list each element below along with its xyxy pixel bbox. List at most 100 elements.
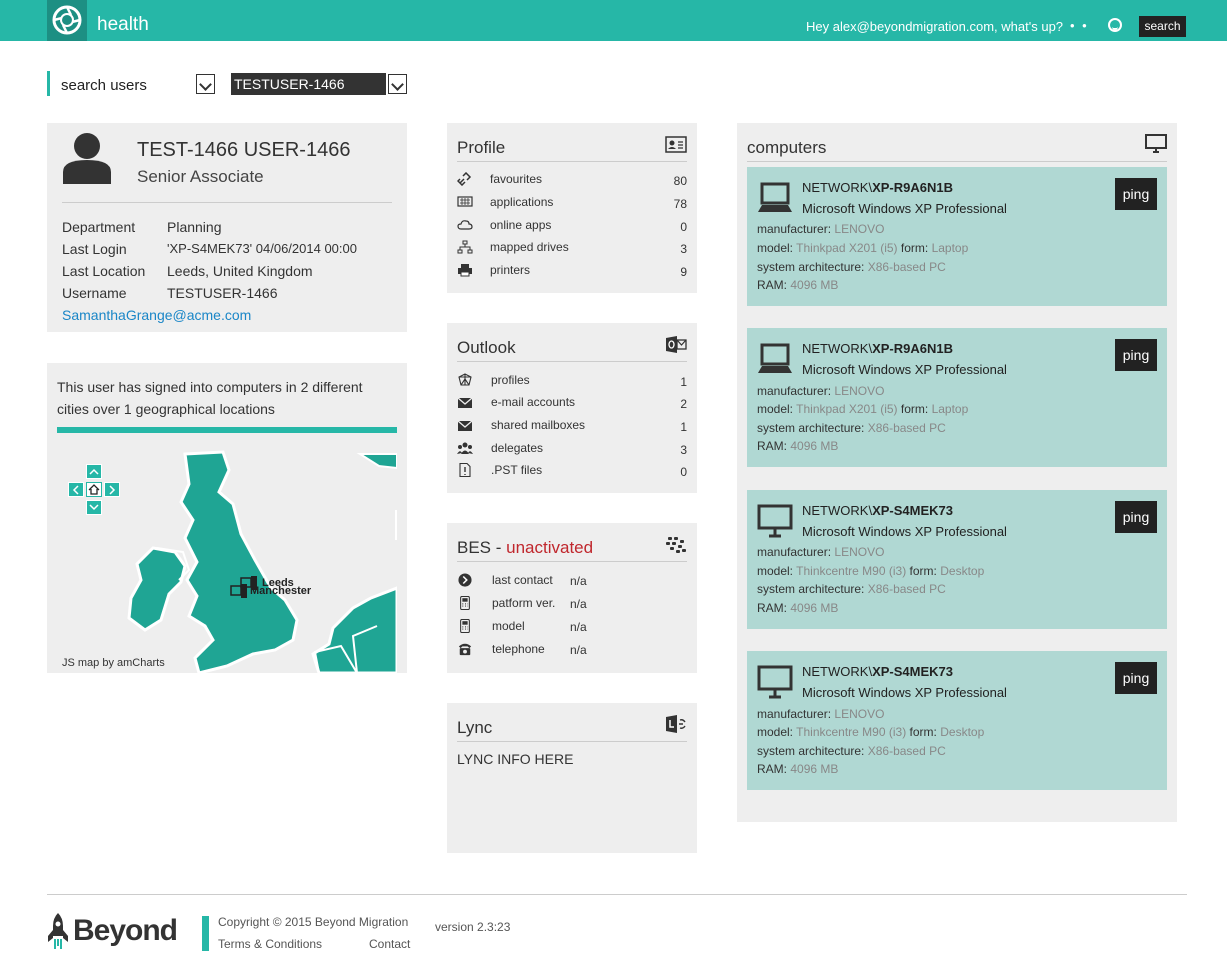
arch-label: system architecture: bbox=[757, 744, 865, 758]
contact-link[interactable]: Contact bbox=[369, 937, 410, 951]
computer-card[interactable]: NETWORK\XP-S4MEK73 Microsoft Windows XP … bbox=[747, 651, 1167, 790]
arch-value: X86-based PC bbox=[867, 582, 946, 596]
arch-label: system architecture: bbox=[757, 421, 865, 435]
computer-card[interactable]: NETWORK\XP-R9A6N1B Microsoft Windows XP … bbox=[747, 167, 1167, 306]
app-logo[interactable] bbox=[47, 0, 87, 41]
search-users-dropdown[interactable] bbox=[196, 74, 215, 94]
divider bbox=[457, 161, 687, 162]
phone-icon bbox=[460, 619, 470, 633]
arch-value: X86-based PC bbox=[867, 744, 946, 758]
model-label: model: bbox=[757, 241, 794, 255]
aperture-icon bbox=[52, 5, 82, 35]
user-select-dropdown[interactable] bbox=[388, 74, 407, 94]
outlook-item-pst-files[interactable]: .PST files bbox=[491, 463, 542, 477]
contact-card-icon bbox=[665, 136, 687, 153]
uk-map[interactable]: Leeds Manchester bbox=[57, 440, 397, 673]
manufacturer-value: LENOVO bbox=[834, 545, 885, 559]
arch-label: system architecture: bbox=[757, 582, 865, 596]
header-search-button[interactable]: search bbox=[1139, 16, 1186, 37]
footer-divider bbox=[47, 894, 1187, 895]
form-label: form: bbox=[900, 241, 929, 255]
outlook-item-shared-mailboxes[interactable]: shared mailboxes bbox=[491, 418, 585, 432]
ram-value: 4096 MB bbox=[790, 601, 839, 615]
search-users-label[interactable]: search users bbox=[61, 77, 147, 94]
user-select[interactable]: TESTUSER-1466 bbox=[231, 73, 386, 95]
profile-item-printers[interactable]: printers bbox=[490, 263, 530, 277]
profile-item-online-apps[interactable]: online apps bbox=[490, 218, 551, 232]
computer-card[interactable]: NETWORK\XP-R9A6N1B Microsoft Windows XP … bbox=[747, 328, 1167, 467]
ram-value: 4096 MB bbox=[790, 278, 839, 292]
computer-name: NETWORK\XP-S4MEK73 bbox=[802, 503, 953, 518]
brand-logo[interactable]: Beyond bbox=[73, 914, 178, 948]
computer-os: Microsoft Windows XP Professional bbox=[802, 685, 1007, 700]
computer-host: XP-S4MEK73 bbox=[872, 503, 953, 518]
map-credit-link[interactable]: JS map by amCharts bbox=[62, 657, 165, 669]
map-city-manchester: Manchester bbox=[250, 585, 312, 597]
computer-name: NETWORK\XP-R9A6N1B bbox=[802, 180, 953, 195]
manufacturer-value: LENOVO bbox=[834, 222, 885, 236]
username-value: TESTUSER-1466 bbox=[167, 285, 278, 301]
ping-button[interactable]: ping bbox=[1115, 662, 1157, 694]
top-bar: health Hey alex@beyondmigration.com, wha… bbox=[0, 0, 1227, 41]
lync-icon bbox=[666, 715, 686, 733]
username-label: Username bbox=[62, 285, 127, 301]
user-greeting: Hey alex@beyondmigration.com, what's up? bbox=[806, 19, 1064, 34]
outlook-item-delegates[interactable]: delegates bbox=[491, 441, 543, 455]
ram-label: RAM: bbox=[757, 762, 787, 776]
outlook-item-profiles[interactable]: profiles bbox=[491, 373, 530, 387]
user-title: Senior Associate bbox=[137, 167, 264, 186]
profiles-count: 1 bbox=[680, 375, 687, 389]
ram-label: RAM: bbox=[757, 601, 787, 615]
profile-item-favourites[interactable]: favourites bbox=[490, 172, 542, 186]
user-avatar-icon bbox=[63, 133, 111, 184]
computer-card[interactable]: NETWORK\XP-S4MEK73 Microsoft Windows XP … bbox=[747, 490, 1167, 629]
telephone-icon bbox=[458, 643, 472, 656]
manufacturer-label: manufacturer: bbox=[757, 707, 832, 721]
bes-title-text: BES - bbox=[457, 538, 507, 557]
profile-item-applications[interactable]: applications bbox=[490, 195, 553, 209]
bes-item-model: model bbox=[492, 619, 525, 633]
model-value: n/a bbox=[570, 620, 587, 634]
printer-icon bbox=[458, 264, 472, 277]
printers-count: 9 bbox=[680, 265, 687, 279]
version-label: version 2.3:23 bbox=[435, 920, 511, 934]
department-label: Department bbox=[62, 219, 136, 235]
more-icon[interactable]: • • bbox=[1070, 18, 1089, 33]
cloud-icon bbox=[457, 220, 473, 230]
form-label: form: bbox=[900, 402, 929, 416]
profile-item-mapped-drives[interactable]: mapped drives bbox=[490, 240, 569, 254]
map-pan-left-button[interactable] bbox=[68, 482, 84, 497]
laptop-icon bbox=[758, 343, 792, 373]
bes-item-telephone: telephone bbox=[492, 642, 545, 656]
ram-label: RAM: bbox=[757, 278, 787, 292]
bes-item-platform-version: patform ver. bbox=[492, 596, 556, 610]
ping-button[interactable]: ping bbox=[1115, 339, 1157, 371]
map-pan-down-button[interactable] bbox=[86, 500, 102, 515]
outlook-item-email-accounts[interactable]: e-mail accounts bbox=[491, 395, 575, 409]
bes-status: unactivated bbox=[506, 538, 594, 557]
user-email-link[interactable]: SamanthaGrange@acme.com bbox=[62, 307, 251, 323]
mapped-drives-count: 3 bbox=[680, 242, 687, 256]
computer-host: XP-R9A6N1B bbox=[872, 180, 953, 195]
computer-os: Microsoft Windows XP Professional bbox=[802, 524, 1007, 539]
ping-button[interactable]: ping bbox=[1115, 178, 1157, 210]
chevron-circle-icon bbox=[458, 573, 472, 587]
app-name: health bbox=[97, 14, 149, 35]
laptop-icon bbox=[758, 182, 792, 212]
keyboard-icon bbox=[457, 196, 473, 207]
computer-os: Microsoft Windows XP Professional bbox=[802, 362, 1007, 377]
terms-link[interactable]: Terms & Conditions bbox=[218, 937, 322, 951]
map-pan-right-button[interactable] bbox=[104, 482, 120, 497]
model-label: model: bbox=[757, 725, 794, 739]
form-value: Laptop bbox=[931, 402, 969, 416]
copyright: Copyright © 2015 Beyond Migration bbox=[218, 915, 409, 929]
smiley-icon[interactable] bbox=[1108, 18, 1122, 32]
shared-mailboxes-count: 1 bbox=[680, 420, 687, 434]
ping-button[interactable]: ping bbox=[1115, 501, 1157, 533]
form-value: Desktop bbox=[940, 564, 985, 578]
computer-domain: NETWORK\ bbox=[802, 503, 873, 518]
group-icon bbox=[457, 442, 473, 454]
map-home-button[interactable] bbox=[86, 482, 102, 497]
desktop-icon bbox=[757, 665, 793, 699]
map-pan-up-button[interactable] bbox=[86, 464, 102, 479]
